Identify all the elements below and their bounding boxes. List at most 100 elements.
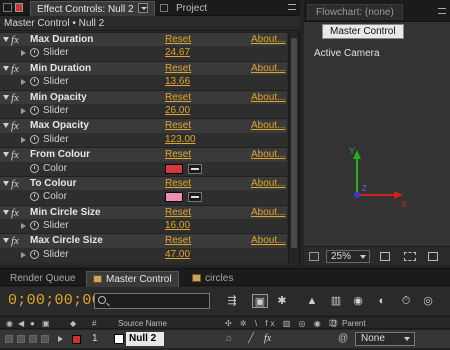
fx-icon[interactable]: fx <box>11 206 19 220</box>
collapse-arrow-icon[interactable] <box>3 123 9 129</box>
tab-master-control[interactable]: Master Control <box>86 271 179 287</box>
expand-arrow-icon[interactable] <box>21 79 26 86</box>
comp-mini-flowchart-icon[interactable]: ⇶ <box>224 294 240 308</box>
effect-param-row[interactable]: Slider 26.00 <box>0 103 287 119</box>
tab-flowchart[interactable]: Flowchart: (none) <box>307 4 403 20</box>
collapse-arrow-icon[interactable] <box>3 37 9 42</box>
effect-param-row[interactable]: Slider 16.00 <box>0 219 287 234</box>
eyedropper-icon[interactable] <box>188 192 202 203</box>
effect-row[interactable]: fx Max Duration Reset About... <box>0 32 287 47</box>
collapse-arrow-icon[interactable] <box>3 94 9 100</box>
fx-icon[interactable]: fx <box>11 33 19 47</box>
scrollbar[interactable] <box>288 32 299 264</box>
expand-arrow-icon[interactable] <box>21 223 26 230</box>
collapse-arrow-icon[interactable] <box>3 238 9 244</box>
hide-shy-layers-icon[interactable]: ▲ <box>304 294 320 308</box>
scrollbar-thumb[interactable] <box>291 38 297 248</box>
layer-name[interactable]: Null 2 <box>126 332 165 346</box>
about-link[interactable]: About... <box>251 148 285 162</box>
comp-icon[interactable] <box>309 252 319 261</box>
effect-row[interactable]: fx Min Circle Size Reset About... <box>0 204 287 220</box>
expand-arrow-icon[interactable] <box>58 336 63 342</box>
tab-project[interactable]: Project <box>160 1 213 16</box>
effect-row[interactable]: fx Min Opacity Reset About... <box>0 89 287 105</box>
frame-blending-icon[interactable]: ▥ <box>328 294 344 308</box>
fx-icon[interactable]: fx <box>11 177 19 191</box>
collapse-arrow-icon[interactable] <box>3 209 9 215</box>
effect-row[interactable]: fx Max Opacity Reset About... <box>0 118 287 133</box>
slider-value[interactable]: 26.00 <box>165 104 190 118</box>
effect-param-row[interactable]: Color <box>0 190 287 205</box>
fx-icon[interactable]: fx <box>11 119 19 133</box>
grid-icon[interactable] <box>380 252 390 261</box>
stopwatch-icon[interactable] <box>30 105 39 115</box>
parent-pickwhip-icon[interactable]: @ <box>338 330 348 348</box>
stopwatch-icon[interactable] <box>30 192 39 202</box>
table-row[interactable]: 1 Null 2 ⌂ ╱ fx @ None <box>0 330 450 348</box>
reset-link[interactable]: Reset <box>165 33 191 47</box>
lock-toggle-icon[interactable] <box>41 335 49 343</box>
about-link[interactable]: About... <box>251 91 285 105</box>
live-update-icon[interactable]: ▣ <box>252 294 268 308</box>
about-link[interactable]: About... <box>251 234 285 248</box>
fx-icon[interactable]: fx <box>11 148 19 162</box>
camera-icon[interactable] <box>428 252 438 261</box>
zoom-select[interactable]: 25% <box>326 250 370 263</box>
lock-icon[interactable] <box>15 3 23 12</box>
render-icon[interactable]: ◎ <box>420 294 436 308</box>
effect-row[interactable]: fx From Colour Reset About... <box>0 147 287 162</box>
lock-icon[interactable]: ▣ <box>42 317 50 330</box>
panel-menu-icon[interactable] <box>160 4 168 12</box>
quality-switch-icon[interactable]: ╱ <box>248 330 254 348</box>
solo-icon[interactable]: ● <box>30 317 35 330</box>
fx-icon[interactable]: fx <box>11 62 19 76</box>
chevron-down-icon[interactable] <box>137 3 148 13</box>
master-control-button[interactable]: Master Control <box>322 24 404 39</box>
motion-blur-icon[interactable]: ◉ <box>350 294 366 308</box>
effect-row[interactable]: fx To Colour Reset About... <box>0 175 287 191</box>
color-swatch[interactable] <box>165 163 183 174</box>
slider-value[interactable]: 13.66 <box>165 75 190 89</box>
reset-link[interactable]: Reset <box>165 234 191 248</box>
brainstorm-icon[interactable]: ⏱ <box>398 294 414 308</box>
about-link[interactable]: About... <box>251 206 285 220</box>
label-icon[interactable]: ◆ <box>70 317 76 330</box>
reset-link[interactable]: Reset <box>165 206 191 220</box>
fx-icon[interactable]: fx <box>11 234 19 248</box>
panel-options-icon[interactable] <box>288 4 296 10</box>
reset-link[interactable]: Reset <box>165 91 191 105</box>
graph-editor-icon[interactable]: ◐ <box>374 294 390 308</box>
layer-label-color[interactable] <box>72 335 81 344</box>
effect-param-row[interactable]: Color <box>0 161 287 176</box>
eyedropper-icon[interactable] <box>188 163 202 174</box>
expand-arrow-icon[interactable] <box>21 251 26 258</box>
slider-value[interactable]: 47.00 <box>165 248 190 262</box>
about-link[interactable]: About... <box>251 119 285 133</box>
audio-icon[interactable]: ◀ <box>18 317 24 330</box>
stopwatch-icon[interactable] <box>30 249 39 259</box>
panel-options-icon[interactable] <box>438 8 446 14</box>
effect-row[interactable]: fx Max Circle Size Reset About... <box>0 233 287 248</box>
timeline-search-input[interactable] <box>94 293 210 309</box>
effect-param-row[interactable]: Slider 24.67 <box>0 46 287 61</box>
safe-zones-icon[interactable] <box>404 252 416 261</box>
effect-param-row[interactable]: Slider 47.00 <box>0 247 287 263</box>
slider-value[interactable]: 123.00 <box>165 133 196 147</box>
source-name-header[interactable]: Source Name <box>118 317 167 330</box>
about-link[interactable]: About... <box>251 177 285 191</box>
expand-arrow-icon[interactable] <box>21 50 26 57</box>
eye-icon[interactable]: ◉ <box>6 317 13 330</box>
slider-value[interactable]: 16.00 <box>165 219 190 233</box>
tab-effect-controls[interactable]: Effect Controls: Null 2 <box>30 1 155 16</box>
tab-circles[interactable]: circles <box>186 271 239 287</box>
shy-switch-icon[interactable]: ⌂ <box>226 330 232 348</box>
audio-toggle-icon[interactable] <box>17 335 25 343</box>
stopwatch-icon[interactable] <box>30 48 39 58</box>
timecode-display[interactable]: 0;00;00;00 <box>8 292 101 309</box>
draft-3d-icon[interactable]: ✱ <box>274 294 290 308</box>
about-link[interactable]: About... <box>251 62 285 76</box>
reset-link[interactable]: Reset <box>165 148 191 162</box>
stopwatch-icon[interactable] <box>30 163 39 173</box>
reset-link[interactable]: Reset <box>165 177 191 191</box>
collapse-arrow-icon[interactable] <box>3 65 9 71</box>
